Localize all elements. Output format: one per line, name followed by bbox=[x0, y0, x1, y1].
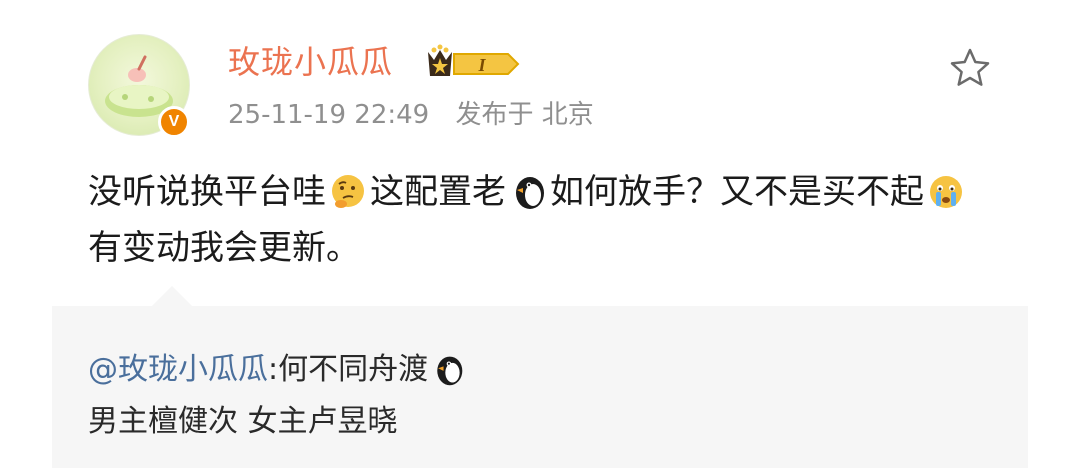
quoted-line-2: 男主檀健次 女主卢昱晓 bbox=[88, 404, 398, 439]
mention-link[interactable]: @玫珑小瓜瓜 bbox=[88, 352, 268, 387]
crying-face-icon bbox=[930, 176, 962, 208]
vip-level-text: I bbox=[477, 55, 486, 75]
post-location: 北京 bbox=[541, 100, 594, 130]
quoted-text: @玫珑小瓜瓜:何不同舟渡 男主檀健次 女主卢昱晓 bbox=[88, 344, 468, 448]
post-meta: 25-11-19 22:49 发布于 北京 bbox=[228, 98, 594, 132]
content-text-2: 这配置老 bbox=[370, 172, 506, 212]
avatar-container[interactable]: V bbox=[88, 34, 192, 138]
post-timestamp: 25-11-19 22:49 bbox=[228, 100, 430, 130]
content-text-1: 没听说换平台哇 bbox=[88, 172, 326, 212]
favorite-star-icon[interactable] bbox=[948, 46, 992, 90]
quote-notch bbox=[152, 286, 192, 306]
quoted-post[interactable]: @玫珑小瓜瓜:何不同舟渡 男主檀健次 女主卢昱晓 bbox=[52, 286, 1028, 468]
quoted-line-1: :何不同舟渡 bbox=[268, 352, 429, 387]
verified-badge-icon: V bbox=[158, 106, 190, 138]
content-text-4: 有变动我会更新。 bbox=[88, 228, 360, 268]
content-text-3: 如何放手？又不是买不起 bbox=[550, 172, 924, 212]
vip-crown-badge-icon: I bbox=[428, 44, 520, 76]
penguin-icon bbox=[437, 356, 463, 386]
location-prefix: 发布于 bbox=[455, 100, 534, 130]
penguin-icon bbox=[516, 177, 544, 209]
post-content: 没听说换平台哇 这配置老 如何放手？又不是买不起 有变动我会更新。 bbox=[88, 164, 988, 276]
thinking-face-icon bbox=[332, 175, 364, 208]
author-name[interactable]: 玫珑小瓜瓜 bbox=[228, 42, 393, 82]
